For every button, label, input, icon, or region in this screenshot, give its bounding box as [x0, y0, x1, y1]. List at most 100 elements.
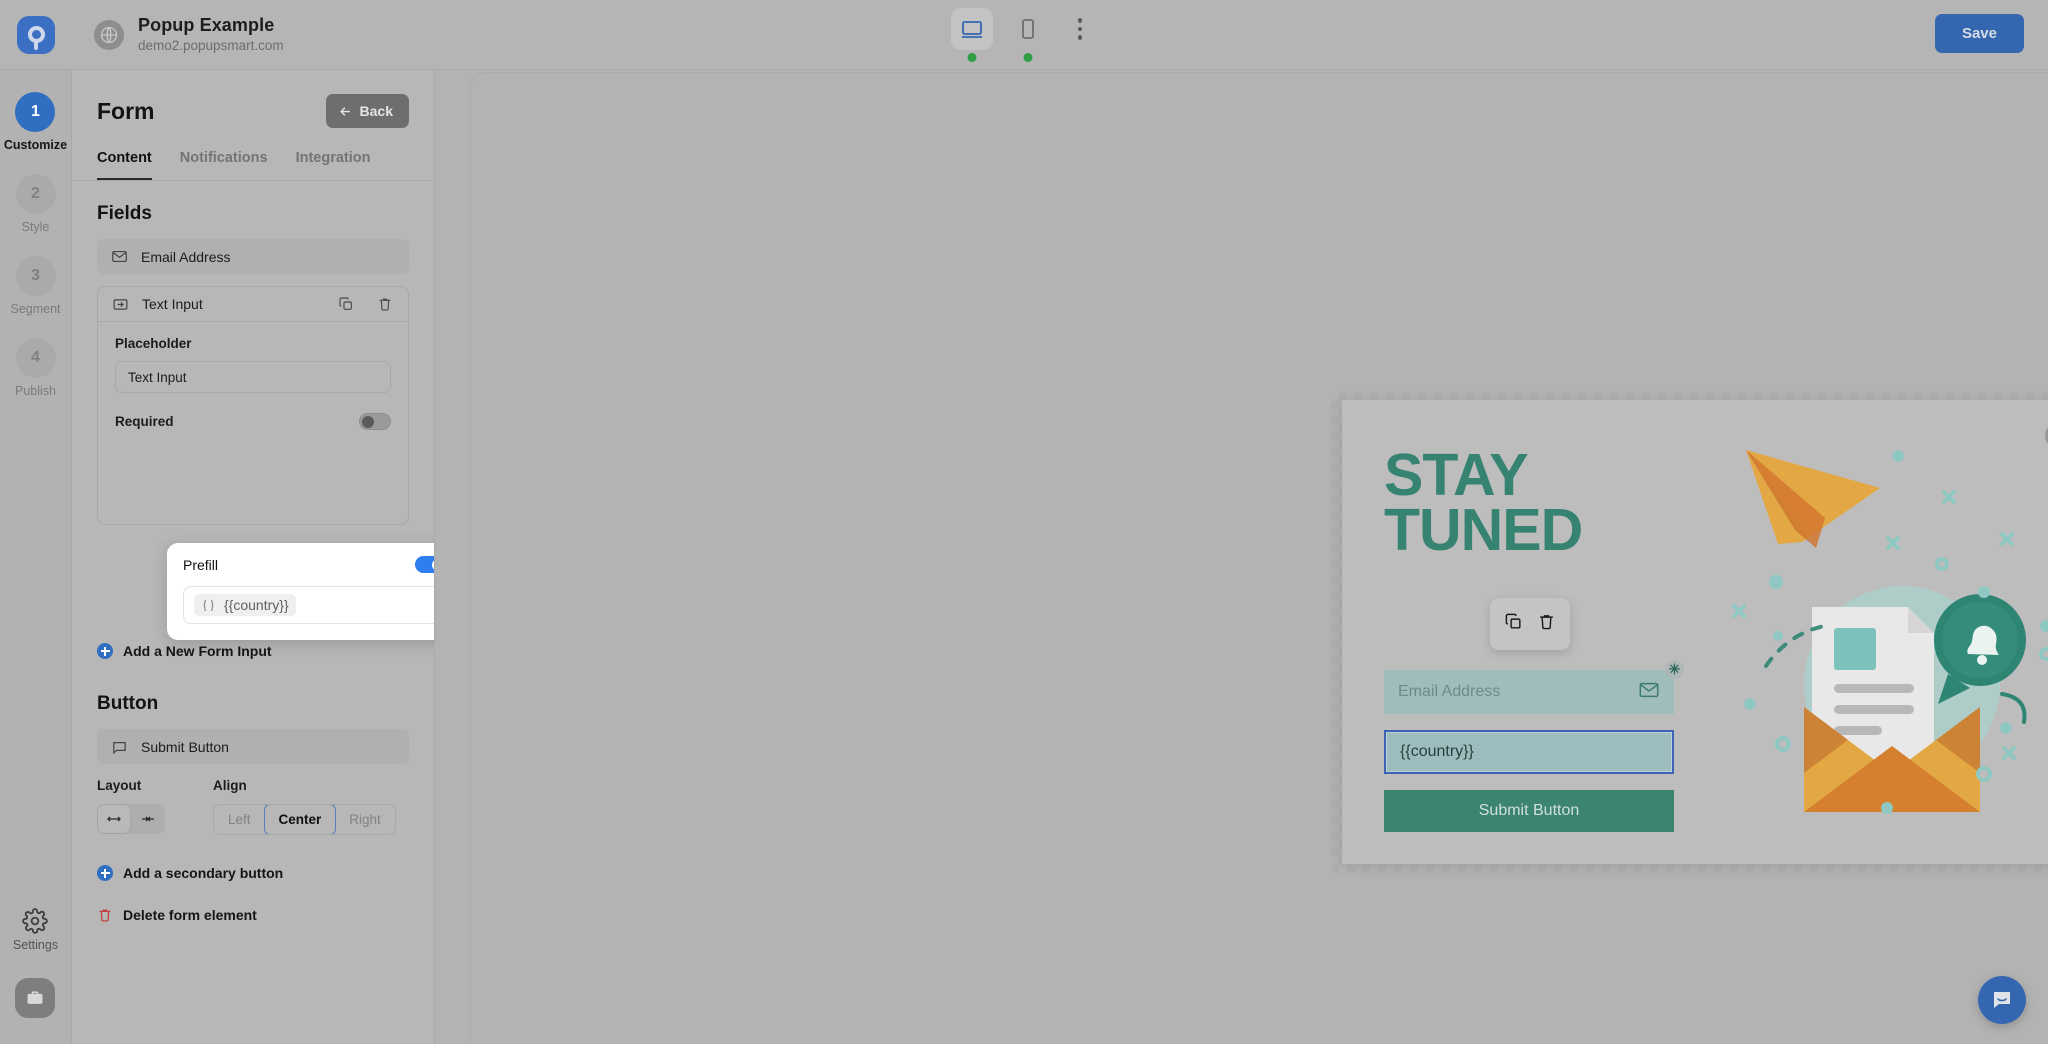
prefill-popover: Prefill {{country}}	[167, 543, 434, 640]
sidebar-item-style[interactable]: 2 Style	[15, 174, 56, 234]
add-form-input-button[interactable]: Add a New Form Input	[97, 643, 409, 659]
tab-content[interactable]: Content	[97, 150, 152, 180]
sidebar-item-publish[interactable]: 4 Publish	[15, 338, 56, 398]
code-braces-icon	[203, 599, 214, 611]
duplicate-field-button[interactable]	[333, 291, 359, 317]
text-input-icon	[113, 298, 128, 310]
save-button[interactable]: Save	[1934, 14, 2024, 53]
step-number: 4	[15, 338, 56, 378]
align-options: Left Center Right	[213, 804, 396, 835]
popupsmart-logo-icon	[17, 15, 55, 54]
field-label: Submit Button	[141, 738, 229, 755]
step-label: Style	[21, 220, 50, 234]
field-label: Email Address	[141, 248, 231, 265]
sidebar-item-settings[interactable]: Settings	[13, 908, 58, 952]
required-toggle[interactable]	[359, 413, 391, 430]
field-item-text-input: Text Input Placeholder Required	[97, 286, 409, 525]
duplicate-element-button[interactable]	[1504, 612, 1523, 636]
delete-field-button[interactable]	[372, 291, 398, 317]
popup-headline: STAY TUNED	[1384, 442, 1583, 563]
workspace-button[interactable]	[15, 978, 56, 1018]
delete-element-button[interactable]	[1537, 612, 1556, 636]
merge-tag-value: {{country}}	[224, 597, 289, 613]
tab-notifications[interactable]: Notifications	[180, 150, 268, 180]
field-item-body: Placeholder Required	[98, 322, 408, 524]
site-meta: Popup Example demo2.popupsmart.com	[138, 14, 284, 55]
step-label: Segment	[10, 302, 61, 316]
plus-icon	[97, 865, 113, 881]
sidebar-item-segment[interactable]: 3 Segment	[10, 256, 61, 316]
align-left-button[interactable]: Left	[214, 805, 265, 834]
trash-icon	[99, 909, 111, 922]
briefcase-icon	[27, 991, 43, 1004]
arrow-left-icon	[339, 106, 350, 116]
headline-line-1: STAY	[1384, 442, 1529, 508]
app-logo[interactable]	[0, 0, 72, 70]
back-button-label: Back	[359, 103, 393, 119]
popup-country-field[interactable]: {{country}}	[1384, 730, 1674, 774]
add-secondary-button[interactable]: Add a secondary button	[97, 865, 409, 881]
globe-icon	[94, 19, 124, 50]
popup-country-value: {{country}}	[1400, 743, 1474, 760]
fields-heading: Fields	[97, 203, 152, 224]
align-center-button[interactable]: Center	[263, 805, 337, 834]
popup-email-placeholder: Email Address	[1398, 683, 1501, 700]
align-right-button[interactable]: Right	[335, 805, 395, 834]
envelope-icon	[112, 250, 127, 263]
align-group: Align Left Center Right	[213, 778, 396, 835]
field-item-email-address[interactable]: Email Address	[97, 239, 409, 274]
placeholder-input[interactable]	[115, 361, 391, 393]
chat-widget-button[interactable]	[1978, 976, 2026, 1024]
desktop-status-dot	[967, 53, 977, 62]
element-float-toolbar	[1490, 598, 1570, 650]
envelope-icon	[1639, 682, 1659, 697]
device-desktop-button[interactable]	[951, 8, 993, 62]
layout-label: Layout	[97, 778, 142, 793]
tab-integration[interactable]: Integration	[296, 150, 371, 180]
kebab-menu-icon[interactable]	[1063, 8, 1097, 50]
delete-form-element-button[interactable]: Delete form element	[97, 907, 409, 923]
headline-line-2: TUNED	[1384, 496, 1583, 563]
prefill-toggle[interactable]	[415, 556, 434, 573]
fit-content-icon	[142, 816, 154, 822]
form-settings-panel: Form Back Content Notifications Integrat…	[72, 70, 435, 1044]
field-label: Text Input	[142, 296, 203, 312]
device-mobile-button[interactable]	[1007, 8, 1049, 62]
newsletter-envelope-illustration	[1732, 450, 2048, 814]
field-item-submit-button[interactable]: Submit Button	[97, 729, 409, 764]
site-url: demo2.popupsmart.com	[138, 38, 284, 54]
back-button[interactable]: Back	[325, 94, 409, 128]
step-number: 1	[15, 92, 56, 132]
field-item-header[interactable]: Text Input	[98, 287, 408, 322]
layout-group: Layout	[97, 778, 165, 835]
step-number: 2	[15, 174, 56, 214]
copy-icon	[1505, 613, 1521, 629]
panel-header: Form Back	[72, 70, 434, 128]
add-form-input-label: Add a New Form Input	[123, 643, 272, 659]
layout-options	[97, 804, 165, 834]
preview-canvas: STAY TUNED Email Address ✳ {{country}} S…	[470, 72, 2048, 1044]
sidebar-item-customize[interactable]: 1 Customize	[4, 92, 67, 152]
rail-bottom: Settings	[13, 908, 58, 1044]
popup-submit-button[interactable]: Submit Button	[1384, 790, 1674, 832]
step-label: Customize	[3, 138, 68, 152]
add-secondary-label: Add a secondary button	[123, 865, 284, 881]
button-heading: Button	[97, 693, 159, 714]
layout-fit-content-button[interactable]	[131, 804, 165, 834]
device-preview-switch	[951, 8, 1097, 62]
step-number: 3	[15, 256, 56, 296]
layout-full-width-button[interactable]	[97, 804, 131, 834]
app-root: Popup Example demo2.popupsmart.com Save …	[0, 0, 2048, 1044]
mobile-status-dot	[1023, 53, 1033, 62]
step-label: Publish	[15, 384, 56, 398]
full-width-icon	[107, 816, 121, 822]
prefill-label: Prefill	[183, 556, 219, 573]
prefill-merge-input[interactable]: {{country}}	[183, 586, 434, 624]
layout-align-row: Layout Align Left Center Right	[97, 778, 409, 835]
required-row: Required	[115, 413, 391, 430]
step-rail: 1 Customize 2 Style 3 Segment 4 Publish …	[0, 70, 72, 1044]
merge-tag-chip[interactable]: {{country}}	[194, 594, 296, 616]
required-label: Required	[115, 414, 174, 429]
popup-email-field[interactable]: Email Address ✳	[1384, 660, 1684, 714]
plus-icon	[97, 643, 113, 659]
